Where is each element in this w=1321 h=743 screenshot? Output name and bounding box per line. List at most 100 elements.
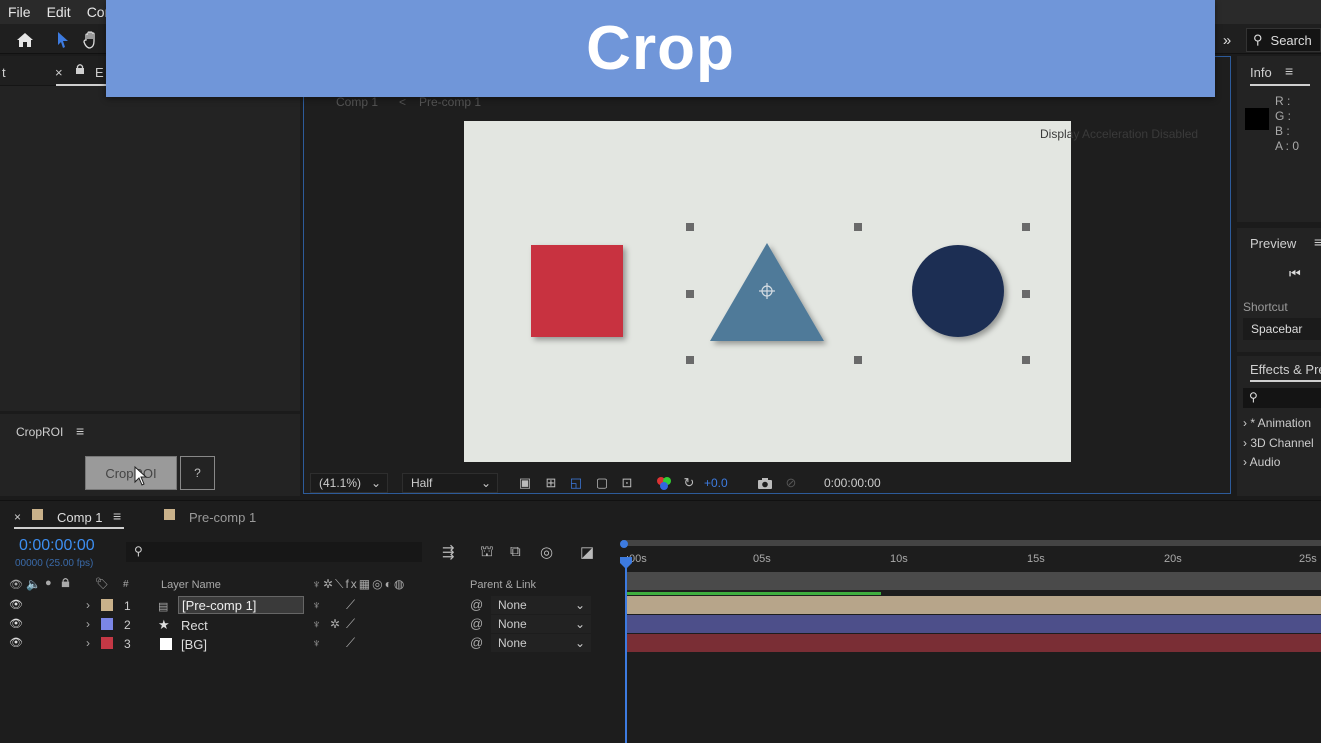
channel-icon[interactable] bbox=[655, 474, 673, 492]
chevron-down-icon: ⌄ bbox=[480, 476, 491, 490]
exposure-value[interactable]: +0.0 bbox=[704, 476, 728, 490]
effect-controls-tab[interactable]: E bbox=[95, 65, 104, 80]
expand-panels-icon[interactable]: » bbox=[1216, 29, 1238, 51]
parent-dropdown[interactable]: None ⌄ bbox=[491, 634, 591, 652]
parent-value: None bbox=[498, 636, 527, 650]
label-tag-icon[interactable]: 🏷 bbox=[95, 577, 109, 590]
project-tab-label[interactable]: t bbox=[2, 65, 6, 80]
layer-name[interactable]: [Pre-comp 1] bbox=[178, 596, 304, 614]
hand-tool-icon[interactable] bbox=[80, 29, 102, 51]
eye-icon[interactable]: 👁 bbox=[9, 636, 23, 649]
layer-number: 3 bbox=[124, 637, 131, 651]
shy-switch-icon[interactable]: ♆ bbox=[312, 636, 321, 650]
parent-dropdown[interactable]: None ⌄ bbox=[491, 596, 591, 614]
pickwhip-icon[interactable]: @ bbox=[470, 597, 483, 612]
shy-switch-icon[interactable]: ♆ bbox=[312, 617, 321, 631]
tab-comp-1[interactable]: Comp 1 bbox=[57, 510, 103, 525]
layer-row-1[interactable]: 👁 › 1 ▤ [Pre-comp 1] ♆ ⟋ @ None ⌄ bbox=[0, 596, 620, 615]
layer-name[interactable]: [BG] bbox=[181, 637, 207, 652]
croproi-panel-title: CropROI bbox=[16, 425, 64, 439]
composition-mini-flowchart-icon[interactable]: ⇶ bbox=[442, 543, 455, 561]
transparency-grid-icon[interactable]: ⊞ bbox=[542, 474, 560, 492]
layer-2-track-bar[interactable] bbox=[627, 615, 1321, 633]
active-tab-indicator bbox=[1250, 84, 1310, 86]
precomp-label-swatch bbox=[164, 509, 175, 520]
layer-row-3[interactable]: 👁 › 3 [BG] ♆ ⟋ @ None ⌄ bbox=[0, 634, 620, 653]
help-button[interactable]: ? bbox=[180, 456, 215, 490]
quality-switch-icon[interactable]: ⟋ bbox=[346, 597, 355, 613]
playhead-handle[interactable] bbox=[619, 556, 633, 573]
home-icon[interactable] bbox=[14, 29, 36, 51]
help-search-box[interactable]: ⚲ Search bbox=[1246, 28, 1321, 52]
tab-pre-comp-1[interactable]: Pre-comp 1 bbox=[189, 510, 256, 525]
lock-icon[interactable] bbox=[74, 63, 86, 78]
breadcrumb-comp[interactable]: Comp 1 bbox=[336, 95, 378, 109]
layer-label-color[interactable] bbox=[101, 599, 113, 611]
close-icon[interactable]: × bbox=[55, 65, 63, 80]
region-of-interest-icon[interactable]: ▢ bbox=[593, 474, 611, 492]
panel-menu-icon[interactable]: ≡ bbox=[113, 508, 121, 524]
quality-switch-icon[interactable]: ⟋ bbox=[346, 635, 355, 651]
eye-icon[interactable]: 👁 bbox=[9, 578, 23, 591]
audio-icon[interactable]: 🔈 bbox=[26, 577, 41, 591]
show-snapshot-icon[interactable]: ⊘ bbox=[782, 474, 800, 492]
shortcut-dropdown[interactable]: Spacebar bbox=[1243, 318, 1321, 340]
lock-icon[interactable] bbox=[60, 577, 71, 591]
timeline-search-input[interactable]: ⚲ bbox=[126, 542, 422, 562]
layer-3-track-bar[interactable] bbox=[627, 634, 1321, 652]
chevron-right-icon[interactable]: › bbox=[86, 636, 90, 650]
layer-label-color[interactable] bbox=[101, 618, 113, 630]
playhead-line[interactable] bbox=[625, 557, 627, 743]
panel-menu-icon[interactable]: ≡ bbox=[76, 423, 84, 439]
shy-switch-icon[interactable]: ♆ bbox=[312, 598, 321, 612]
grid-guides-icon[interactable]: ⊡ bbox=[618, 474, 636, 492]
solo-icon[interactable]: ● bbox=[45, 577, 52, 589]
layer-name[interactable]: Rect bbox=[181, 618, 208, 633]
pickwhip-icon[interactable]: @ bbox=[470, 616, 483, 631]
draft-3d-icon[interactable]: ⛫ bbox=[480, 543, 494, 562]
work-area-bar[interactable] bbox=[622, 540, 1321, 546]
effects-list-item[interactable]: › 3D Channel bbox=[1243, 436, 1314, 450]
effects-search-input[interactable]: ⚲ bbox=[1243, 388, 1321, 408]
fast-previews-icon[interactable]: ▣ bbox=[516, 474, 534, 492]
current-time-display[interactable]: 0:00:00:00 bbox=[816, 473, 916, 493]
effects-list-item[interactable]: › * Animation bbox=[1243, 416, 1311, 430]
frame-blending-icon[interactable]: ◎ bbox=[540, 543, 553, 561]
layer-label-color[interactable] bbox=[101, 637, 113, 649]
eye-icon[interactable]: 👁 bbox=[9, 617, 23, 630]
parent-dropdown[interactable]: None ⌄ bbox=[491, 615, 591, 633]
panel-menu-icon[interactable]: ≡ bbox=[1285, 63, 1293, 79]
layer-1-track-bar[interactable] bbox=[627, 596, 1321, 614]
preview-panel: Preview ≡ ⏮ Shortcut Spacebar bbox=[1237, 228, 1321, 352]
mask-path-visibility-icon[interactable]: ◱ bbox=[567, 474, 585, 492]
chevron-right-icon[interactable]: › bbox=[86, 598, 90, 612]
zoom-dropdown[interactable]: (41.1%) ⌄ bbox=[310, 473, 388, 493]
ruler-label: 15s bbox=[1027, 553, 1045, 565]
skip-to-start-icon[interactable]: ⏮ bbox=[1289, 266, 1301, 282]
chevron-right-icon[interactable]: › bbox=[86, 617, 90, 631]
composition-canvas[interactable] bbox=[464, 121, 1071, 462]
layer-row-2[interactable]: 👁 › 2 ★ Rect ♆ ✲ ⟋ @ None ⌄ bbox=[0, 615, 620, 634]
quality-switch-icon[interactable]: ⟋ bbox=[346, 616, 355, 632]
menu-file[interactable]: File bbox=[8, 4, 31, 20]
timeline-current-time[interactable]: 0:00:00:00 bbox=[19, 537, 95, 555]
selection-tool-icon[interactable] bbox=[52, 29, 74, 51]
panel-menu-icon[interactable]: ≡ bbox=[1314, 234, 1321, 250]
breadcrumb-precomp[interactable]: Pre-comp 1 bbox=[419, 95, 481, 109]
eye-icon[interactable]: 👁 bbox=[9, 598, 23, 611]
time-ruler[interactable] bbox=[620, 540, 1321, 572]
hide-shy-layers-icon[interactable]: ⧉ bbox=[510, 543, 521, 560]
parent-link-header[interactable]: Parent & Link bbox=[470, 579, 536, 591]
resolution-dropdown[interactable]: Half ⌄ bbox=[402, 473, 498, 493]
reset-exposure-icon[interactable]: ↻ bbox=[680, 474, 698, 492]
croproi-button[interactable]: CropROI bbox=[85, 456, 177, 490]
layer-name-header[interactable]: Layer Name bbox=[161, 579, 221, 591]
close-icon[interactable]: × bbox=[14, 510, 21, 524]
pickwhip-icon[interactable]: @ bbox=[470, 635, 483, 650]
motion-blur-icon[interactable]: ◪ bbox=[580, 543, 594, 561]
collapse-switch-icon[interactable]: ✲ bbox=[330, 617, 340, 631]
effects-list-item[interactable]: › Audio bbox=[1243, 455, 1280, 469]
work-area-start-handle[interactable] bbox=[620, 540, 628, 548]
menu-edit[interactable]: Edit bbox=[47, 4, 71, 20]
camera-snapshot-icon[interactable] bbox=[756, 474, 774, 492]
